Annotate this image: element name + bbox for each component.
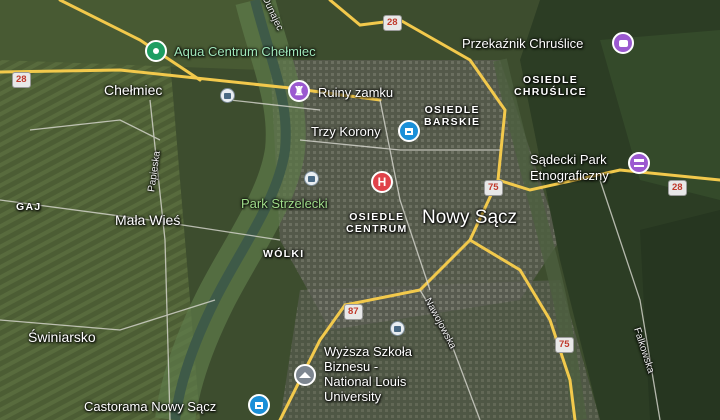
place-label-gaj: GAJ bbox=[16, 201, 42, 213]
camera-icon[interactable] bbox=[612, 32, 634, 54]
poi-label-aqua-centrum[interactable]: Aqua Centrum Chełmiec bbox=[174, 44, 316, 59]
shopping-bag-icon[interactable] bbox=[248, 394, 270, 416]
road-shield-75: 75 bbox=[555, 337, 574, 353]
district-label-chruslice: OSIEDLE CHRUŚLICE bbox=[514, 74, 587, 98]
hospital-icon[interactable]: H bbox=[371, 171, 393, 193]
road-shield-87: 87 bbox=[344, 304, 363, 320]
park-label-strzelecki[interactable]: Park Strzelecki bbox=[241, 196, 328, 211]
poi-label-przekaznik[interactable]: Przekaźnik Chruślice bbox=[462, 36, 583, 51]
place-label-mala-wies: Mała Wieś bbox=[115, 212, 181, 228]
train-station-icon[interactable] bbox=[304, 171, 319, 186]
poi-label-trzy-korony[interactable]: Trzy Korony bbox=[311, 124, 381, 139]
road-shield-28: 28 bbox=[668, 180, 687, 196]
poi-label-wyzsza-szkola[interactable]: Wyższa Szkoła Biznesu - National Louis U… bbox=[324, 344, 412, 404]
poi-label-sadecki-park[interactable]: Sądecki Park Etnograficzny bbox=[530, 152, 609, 184]
city-label-nowy-sacz: Nowy Sącz bbox=[422, 207, 518, 228]
district-label-centrum: OSIEDLE CENTRUM bbox=[346, 211, 408, 235]
shopping-bag-icon[interactable] bbox=[398, 120, 420, 142]
road-shield-75: 75 bbox=[484, 180, 503, 196]
place-label-chelmiec: Chełmiec bbox=[104, 82, 163, 98]
train-station-icon[interactable] bbox=[220, 88, 235, 103]
road-shield-28: 28 bbox=[383, 15, 402, 31]
poi-label-castorama[interactable]: Castorama Nowy Sącz bbox=[84, 399, 216, 414]
museum-icon[interactable] bbox=[628, 152, 650, 174]
satellite-map[interactable]: 28 28 28 75 75 87 Aqua Centrum Chełmiec … bbox=[0, 0, 720, 420]
district-label-wolki: WÓLKI bbox=[263, 248, 305, 260]
poi-label-ruiny-zamku[interactable]: Ruiny zamku bbox=[318, 85, 393, 100]
place-label-swiniarsko: Świniarsko bbox=[28, 329, 96, 345]
castle-icon[interactable]: ♜ bbox=[288, 80, 310, 102]
district-label-barskie: OSIEDLE BARSKIE bbox=[424, 104, 481, 128]
map-pin-icon[interactable] bbox=[145, 40, 167, 62]
train-station-icon[interactable] bbox=[390, 321, 405, 336]
road-shield-28: 28 bbox=[12, 72, 31, 88]
graduation-cap-icon[interactable] bbox=[294, 364, 316, 386]
